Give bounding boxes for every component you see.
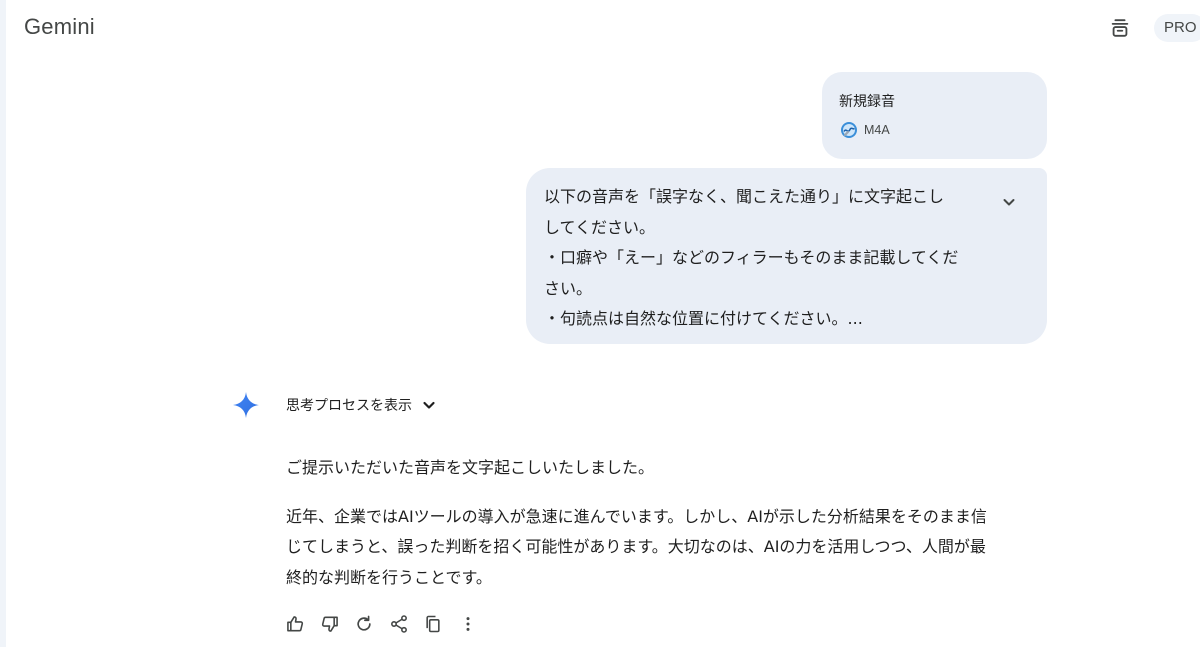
response-actions <box>283 612 490 636</box>
prompt-line: してください。 <box>544 217 656 237</box>
archive-icon <box>1111 19 1129 37</box>
good-response-button[interactable] <box>283 612 307 636</box>
copy-button[interactable] <box>421 612 445 636</box>
prompt-line: ・口癖や「えー」などのフィラーもそのまま記載してくだ <box>544 248 959 267</box>
attachment-type-row: M4A <box>840 121 890 139</box>
thumbs-up-icon <box>287 616 304 632</box>
prompt-line: 以下の音声を「誤字なく、聞こえた通り」に文字起こし <box>544 187 945 206</box>
gemini-spark-icon <box>233 392 259 418</box>
expand-prompt-button[interactable] <box>999 192 1019 212</box>
transcript-line: 近年、企業ではAIツールの導入が急速に進んでいます。しかし、AIが示した分析結果… <box>286 506 987 526</box>
transcript-line: じてしまうと、誤った判断を招く可能性があります。大切なのは、AIの力を活用しつつ… <box>286 537 986 556</box>
show-thinking-label: 思考プロセスを表示 <box>286 398 412 414</box>
regenerate-icon <box>357 615 371 631</box>
user-prompt-bubble: 以下の音声を「誤字なく、聞こえた通り」に文字起こし してください。 ・口癖や「え… <box>526 168 1047 344</box>
response-body: ご提示いただいた音声を文字起こしいたしました。 近年、企業ではAIツールの導入が… <box>286 453 1046 593</box>
response-transcript: 近年、企業ではAIツールの導入が急速に進んでいます。しかし、AIが示した分析結果… <box>286 502 1046 594</box>
regenerate-button[interactable] <box>352 612 376 636</box>
share-icon <box>390 615 407 633</box>
thumbs-down-icon <box>321 616 338 632</box>
bad-response-button[interactable] <box>318 612 342 636</box>
copy-icon <box>426 615 440 633</box>
app-title: Gemini <box>24 14 95 39</box>
left-edge <box>0 0 6 647</box>
prompt-line: ・句読点は自然な位置に付けてください。... <box>544 309 863 328</box>
prompt-line: さい。 <box>544 278 593 298</box>
chevron-down-icon <box>1003 199 1015 206</box>
chevron-down-icon <box>423 401 435 409</box>
share-button[interactable] <box>387 612 411 636</box>
transcript-line: 終的な判断を行うことです。 <box>286 567 492 587</box>
plan-badge[interactable]: PRO <box>1154 14 1200 42</box>
more-options-button[interactable] <box>456 612 480 636</box>
attachment-type: M4A <box>864 123 890 137</box>
attachment-card[interactable]: 新規録音 M4A <box>822 72 1047 159</box>
response-intro: ご提示いただいた音声を文字起こしいたしました。 <box>286 458 655 477</box>
more-vert-icon <box>466 617 469 631</box>
archive-button[interactable] <box>1106 14 1134 42</box>
top-bar: Gemini PRO <box>0 0 1200 56</box>
audio-file-icon <box>841 122 857 138</box>
show-thinking-toggle[interactable]: 思考プロセスを表示 <box>286 393 436 417</box>
attachment-name: 新規録音 <box>839 94 895 110</box>
